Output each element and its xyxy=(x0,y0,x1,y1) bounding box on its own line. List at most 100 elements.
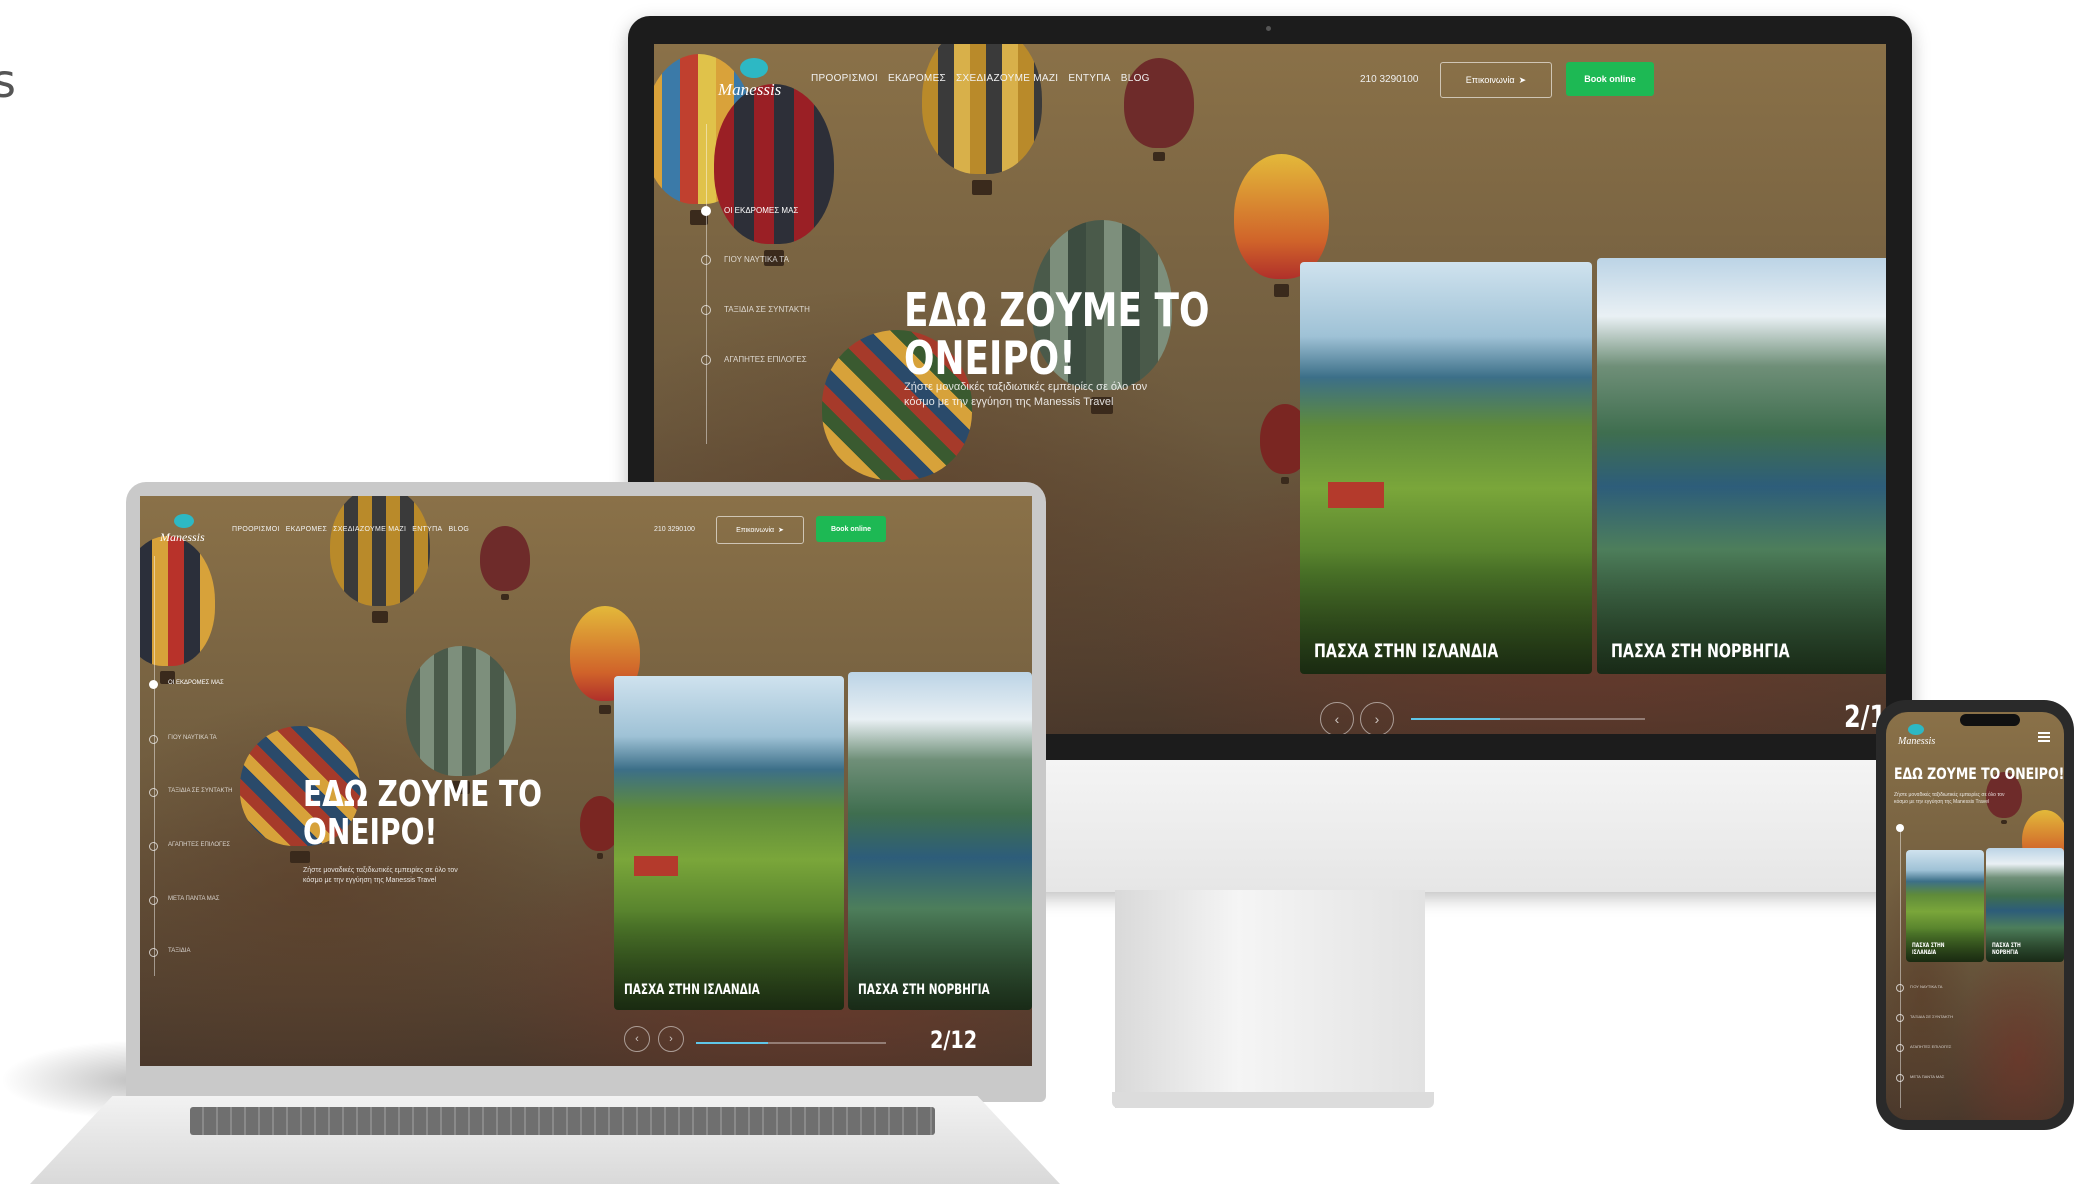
timeline-label[interactable]: ΤΑΞΙΔΙΑ xyxy=(168,948,190,954)
nav-item-brochures[interactable]: ΕΝΤΥΠΑ xyxy=(1068,73,1110,84)
hero-title: ΕΔΩ ΖΟΥΜΕ ΤΟ ΟΝΕΙΡΟ! xyxy=(1894,764,2064,783)
hero-subtitle-line-1: Ζήστε μοναδικές ταξιδιωτικές εμπειρίες σ… xyxy=(303,867,458,874)
trip-card-label: ΠΑΣΧΑ ΣΤΗ ΝΟΡΒΗΓΙΑ xyxy=(1992,942,2021,956)
church-illustration xyxy=(634,856,678,876)
timeline-label[interactable]: ΜΕΤΑ ΠΑΝΤΑ ΜΑΣ xyxy=(1910,1074,1944,1079)
nav-item-blog[interactable]: BLOG xyxy=(1121,73,1150,84)
timeline-dot[interactable] xyxy=(1896,824,1904,832)
trip-card-iceland[interactable]: ΠΑΣΧΑ ΣΤΗΝ ΙΣΛΑΝΔΙΑ xyxy=(1300,262,1592,674)
nav-item-plan-together[interactable]: ΣΧΕΔΙΑΖΟΥΜΕ ΜΑΖΙ xyxy=(956,73,1058,84)
hero-subtitle-line-1: Ζήστε μοναδικές ταξιδιωτικές εμπειρίες σ… xyxy=(904,381,1148,393)
timeline-dot[interactable] xyxy=(701,206,711,216)
carousel-next-button[interactable]: › xyxy=(658,1026,684,1052)
balloon-icon xyxy=(406,646,516,795)
laptop-screen: Manessis ΠΡΟΟΡΙΣΜΟΙ ΕΚΔΡΟΜΕΣ ΣΧΕΔΙΑΖΟΥΜΕ… xyxy=(140,496,1032,1066)
timeline-dot[interactable] xyxy=(1896,1074,1904,1082)
balloon-icon xyxy=(922,44,1042,195)
brand-logo[interactable]: Manessis xyxy=(718,80,781,100)
trip-card-iceland[interactable]: ΠΑΣΧΑ ΣΤΗΝ ΙΣΛΑΝΔΙΑ xyxy=(1906,850,1984,962)
timeline-label[interactable]: ΑΓΑΠΗΤΕΣ ΕΠΙΛΟΓΕΣ xyxy=(168,842,230,848)
timeline-dot[interactable] xyxy=(149,842,158,851)
hero-title-line-2: ΟΝΕΙΡΟ! xyxy=(303,811,438,853)
nav-item-blog[interactable]: BLOG xyxy=(448,526,469,533)
phone-screen: Manessis ΕΔΩ ΖΟΥΜΕ ΤΟ ΟΝΕΙΡΟ! Ζήστε μονα… xyxy=(1886,712,2064,1120)
balloon-icon xyxy=(330,496,430,623)
timeline-label[interactable]: ΑΓΑΠΗΤΕΣ ΕΠΙΛΟΓΕΣ xyxy=(1910,1044,1951,1049)
stray-glyph: s xyxy=(0,54,16,108)
timeline-label[interactable]: ΤΑΞΙΔΙΑ ΣΕ ΣΥΝΤΑΚΤΗ xyxy=(168,788,232,794)
carousel-progress-fill xyxy=(696,1042,769,1044)
book-online-button[interactable]: Book online xyxy=(816,516,886,542)
timeline-dot[interactable] xyxy=(149,896,158,905)
main-nav: ΠΡΟΟΡΙΣΜΟΙ ΕΚΔΡΟΜΕΣ ΣΧΕΔΙΑΖΟΥΜΕ ΜΑΖΙ ΕΝΤ… xyxy=(232,526,469,533)
timeline-label[interactable]: ΤΑΞΙΔΙΑ ΣΕ ΣΥΝΤΑΚΤΗ xyxy=(1910,1014,1953,1019)
carousel-progress xyxy=(696,1042,886,1044)
timeline-dot[interactable] xyxy=(1896,1044,1904,1052)
carousel-progress-fill xyxy=(1411,718,1500,720)
trip-card-label: ΠΑΣΧΑ ΣΤΗΝ ΙΣΛΑΝΔΙΑ xyxy=(1912,942,1945,956)
timeline-dot[interactable] xyxy=(701,255,711,265)
logo-icon xyxy=(1908,724,1924,735)
trip-card-label: ΠΑΣΧΑ ΣΤΗΝ ΙΣΛΑΝΔΙΑ xyxy=(1314,640,1499,662)
desktop-monitor-stand xyxy=(1115,890,1425,1108)
brand-logo[interactable]: Manessis xyxy=(160,530,205,545)
trip-card-label: ΠΑΣΧΑ ΣΤΗΝ ΙΣΛΑΝΔΙΑ xyxy=(624,982,760,998)
trip-card-norway[interactable]: ΠΑΣΧΑ ΣΤΗ ΝΟΡΒΗΓΙΑ xyxy=(1986,848,2064,962)
timeline-dot[interactable] xyxy=(149,680,158,689)
timeline-track xyxy=(154,556,155,976)
contact-button[interactable]: Επικοινωνία ➤ xyxy=(716,516,804,544)
hero-title-line-1: ΕΔΩ ΖΟΥΜΕ ΤΟ xyxy=(904,283,1210,337)
contact-button-label: Επικοινωνία xyxy=(736,526,775,534)
trip-card-label: ΠΑΣΧΑ ΣΤΗ ΝΟΡΒΗΓΙΑ xyxy=(858,982,990,998)
hero-subtitle-line-1: Ζήστε μοναδικές ταξιδιωτικές εμπειρίες σ… xyxy=(1894,792,2005,798)
header-phone[interactable]: 210 3290100 xyxy=(1360,74,1418,85)
timeline-dot[interactable] xyxy=(1896,1014,1904,1022)
main-nav: ΠΡΟΟΡΙΣΜΟΙ ΕΚΔΡΟΜΕΣ ΣΧΕΔΙΑΖΟΥΜΕ ΜΑΖΙ ΕΝΤ… xyxy=(811,73,1150,84)
nav-item-destinations[interactable]: ΠΡΟΟΡΙΣΜΟΙ xyxy=(232,526,280,533)
phone-notch xyxy=(1960,714,2020,726)
timeline-label[interactable]: ΟΙ ΕΚΔΡΟΜΕΣ ΜΑΣ xyxy=(168,680,224,686)
timeline-label[interactable]: ΓΙΟΥ ΝΑΥΤΙΚΑ ΤΑ xyxy=(168,735,217,741)
carousel-prev-button[interactable]: ‹ xyxy=(624,1026,650,1052)
nav-item-destinations[interactable]: ΠΡΟΟΡΙΣΜΟΙ xyxy=(811,73,878,84)
timeline-label[interactable]: ΓΙΟΥ ΝΑΥΤΙΚΑ ΤΑ xyxy=(724,255,789,264)
trip-card-norway[interactable]: ΠΑΣΧΑ ΣΤΗ ΝΟΡΒΗΓΙΑ xyxy=(848,672,1032,1010)
timeline-dot[interactable] xyxy=(1896,984,1904,992)
church-illustration xyxy=(1328,482,1384,508)
timeline-label[interactable]: ΜΕΤΑ ΠΑΝΤΑ ΜΑΣ xyxy=(168,896,220,902)
nav-item-brochures[interactable]: ΕΝΤΥΠΑ xyxy=(412,526,442,533)
send-icon: ➤ xyxy=(778,527,784,534)
hamburger-menu-icon[interactable] xyxy=(2038,732,2050,734)
brand-logo[interactable]: Manessis xyxy=(1898,736,1935,747)
timeline-dot[interactable] xyxy=(701,305,711,315)
nav-item-plan-together[interactable]: ΣΧΕΔΙΑΖΟΥΜΕ ΜΑΖΙ xyxy=(333,526,406,533)
timeline-dot[interactable] xyxy=(149,788,158,797)
timeline-label[interactable]: ΤΑΞΙΔΙΑ ΣΕ ΣΥΝΤΑΚΤΗ xyxy=(724,305,810,314)
logo-icon xyxy=(174,514,194,528)
camera-icon xyxy=(1266,26,1271,31)
nav-item-excursions[interactable]: ΕΚΔΡΟΜΕΣ xyxy=(286,526,327,533)
book-online-button[interactable]: Book online xyxy=(1566,62,1654,96)
carousel-next-button[interactable]: › xyxy=(1360,702,1394,734)
hero-title-line-2: ΟΝΕΙΡΟ! xyxy=(904,331,1076,386)
timeline-label[interactable]: ΟΙ ΕΚΔΡΟΜΕΣ ΜΑΣ xyxy=(724,206,798,215)
header-phone[interactable]: 210 3290100 xyxy=(654,526,695,533)
nav-item-excursions[interactable]: ΕΚΔΡΟΜΕΣ xyxy=(888,73,946,84)
timeline-label[interactable]: ΓΙΟΥ ΝΑΥΤΙΚΑ ΤΑ xyxy=(1910,984,1942,989)
contact-button[interactable]: Επικοινωνία ➤ xyxy=(1440,62,1552,98)
trip-card-label: ΠΑΣΧΑ ΣΤΗ ΝΟΡΒΗΓΙΑ xyxy=(1611,640,1790,662)
laptop-keyboard xyxy=(190,1107,935,1135)
timeline-dot[interactable] xyxy=(701,355,711,365)
timeline-dot[interactable] xyxy=(149,735,158,744)
trip-card-norway[interactable]: ΠΑΣΧΑ ΣΤΗ ΝΟΡΒΗΓΙΑ xyxy=(1597,258,1886,674)
trip-card-iceland[interactable]: ΠΑΣΧΑ ΣΤΗΝ ΙΣΛΑΝΔΙΑ xyxy=(614,676,844,1010)
timeline-label[interactable]: ΑΓΑΠΗΤΕΣ ΕΠΙΛΟΓΕΣ xyxy=(724,355,807,364)
hero-subtitle: Ζήστε μοναδικές ταξιδιωτικές εμπειρίες σ… xyxy=(303,866,533,886)
send-icon: ➤ xyxy=(1518,74,1527,85)
hero-subtitle: Ζήστε μοναδικές ταξιδιωτικές εμπειρίες σ… xyxy=(904,380,1154,411)
carousel-prev-button[interactable]: ‹ xyxy=(1320,702,1354,734)
balloon-icon xyxy=(1124,58,1194,161)
timeline-dot[interactable] xyxy=(149,948,158,957)
balloon-icon xyxy=(1234,154,1329,297)
hero-subtitle: Ζήστε μοναδικές ταξιδιωτικές εμπειρίες σ… xyxy=(1894,792,2014,806)
